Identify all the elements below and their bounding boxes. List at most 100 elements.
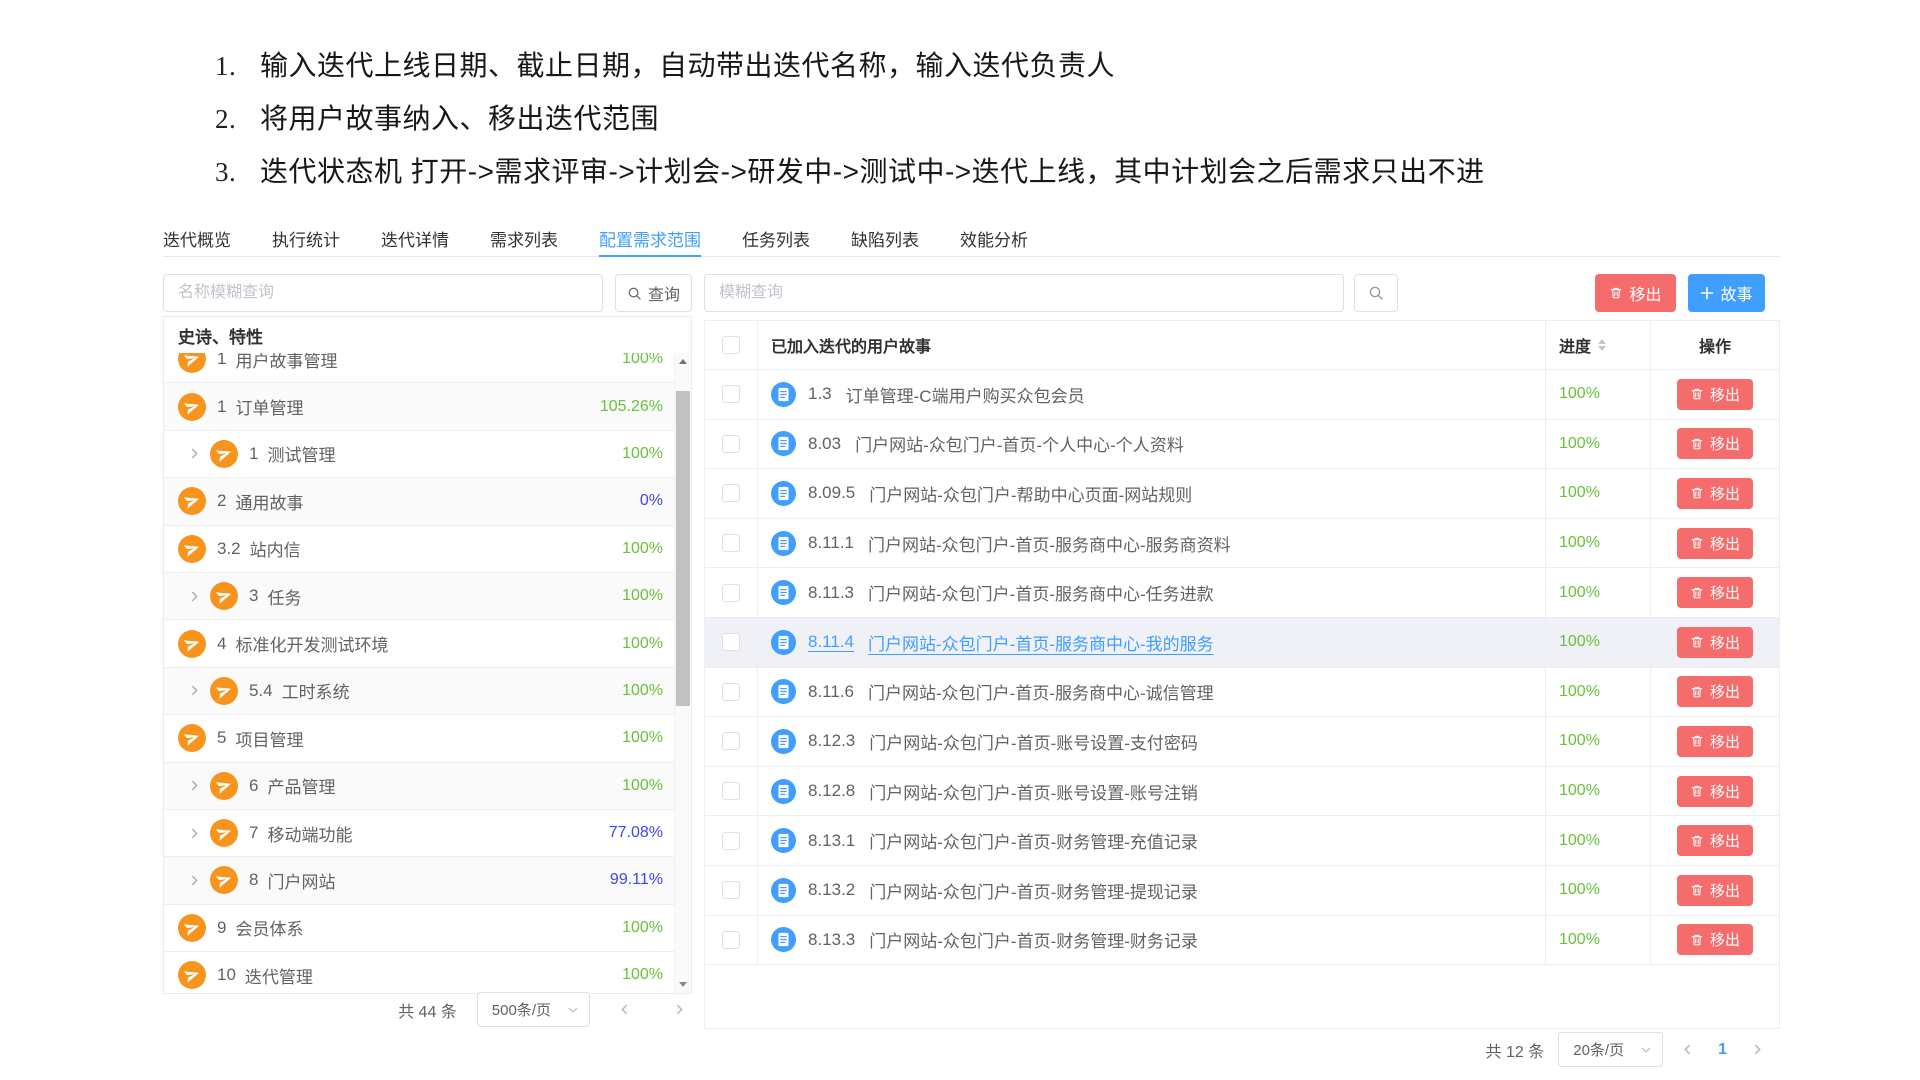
row-checkbox[interactable] [722, 732, 740, 750]
story-title-link[interactable]: 8.13.3门户网站-众包门户-首页-财务管理-财务记录 [808, 927, 1198, 952]
tree-prev-page-button[interactable] [614, 1003, 635, 1016]
expand-toggle[interactable] [188, 827, 201, 840]
remove-story-button[interactable]: 移出 [1677, 627, 1753, 658]
row-checkbox[interactable] [722, 385, 740, 403]
scroll-down-button[interactable] [675, 976, 691, 993]
row-checkbox[interactable] [722, 683, 740, 701]
tab-1[interactable]: 迭代概览 [163, 221, 231, 256]
story-row[interactable]: 8.11.6门户网站-众包门户-首页-服务商中心-诚信管理100%移出 [705, 668, 1779, 718]
row-checkbox[interactable] [722, 832, 740, 850]
story-title: 门户网站-众包门户-首页-服务商中心-服务商资料 [868, 531, 1231, 556]
story-row[interactable]: 8.09.5门户网站-众包门户-帮助中心页面-网站规则100%移出 [705, 469, 1779, 519]
tab-8[interactable]: 效能分析 [960, 221, 1028, 256]
story-next-page-button[interactable] [1747, 1043, 1768, 1056]
story-row[interactable]: 8.12.8门户网站-众包门户-首页-账号设置-账号注销100%移出 [705, 767, 1779, 817]
story-title-link[interactable]: 8.13.2门户网站-众包门户-首页-财务管理-提现记录 [808, 878, 1198, 903]
story-title-link[interactable]: 8.11.1门户网站-众包门户-首页-服务商中心-服务商资料 [808, 531, 1231, 556]
row-checkbox[interactable] [722, 534, 740, 552]
tree-page-size-select[interactable]: 500条/页 [477, 992, 590, 1027]
story-doc-icon [771, 927, 796, 952]
row-checkbox[interactable] [722, 435, 740, 453]
row-checkbox[interactable] [722, 881, 740, 899]
story-row[interactable]: 8.13.1门户网站-众包门户-首页-财务管理-充值记录100%移出 [705, 816, 1779, 866]
story-row[interactable]: 1.3订单管理-C端用户购买众包会员100%移出 [705, 370, 1779, 420]
tree-row-number: 10 [217, 965, 236, 985]
tab-6[interactable]: 任务列表 [742, 221, 810, 256]
add-story-button[interactable]: 故事 [1688, 274, 1765, 312]
tab-2[interactable]: 执行统计 [272, 221, 340, 256]
tree-row[interactable]: 6产品管理100% [164, 763, 675, 810]
story-title-link[interactable]: 8.12.3门户网站-众包门户-首页-账号设置-支付密码 [808, 729, 1198, 754]
tab-7[interactable]: 缺陷列表 [851, 221, 919, 256]
story-prev-page-button[interactable] [1677, 1043, 1698, 1056]
remove-story-button[interactable]: 移出 [1677, 528, 1753, 559]
tab-3[interactable]: 迭代详情 [381, 221, 449, 256]
scrollbar-thumb[interactable] [676, 391, 690, 706]
story-title-link[interactable]: 1.3订单管理-C端用户购买众包会员 [808, 382, 1085, 407]
remove-story-button[interactable]: 移出 [1677, 924, 1753, 955]
story-title-link[interactable]: 8.11.4门户网站-众包门户-首页-服务商中心-我的服务 [808, 630, 1214, 655]
expand-toggle[interactable] [188, 874, 201, 887]
story-title-link[interactable]: 8.11.6门户网站-众包门户-首页-服务商中心-诚信管理 [808, 679, 1214, 704]
remove-story-button[interactable]: 移出 [1677, 379, 1753, 410]
story-title-link[interactable]: 8.11.3门户网站-众包门户-首页-服务商中心-任务进款 [808, 580, 1214, 605]
current-page-number[interactable]: 1 [1712, 1041, 1733, 1059]
remove-selected-button[interactable]: 移出 [1595, 274, 1676, 312]
remove-story-button[interactable]: 移出 [1677, 726, 1753, 757]
tree-row[interactable]: 1订单管理105.26% [164, 383, 675, 430]
story-title-link[interactable]: 8.13.1门户网站-众包门户-首页-财务管理-充值记录 [808, 828, 1198, 853]
row-checkbox[interactable] [722, 584, 740, 602]
tree-row[interactable]: 5.4工时系统100% [164, 668, 675, 715]
story-row[interactable]: 8.11.4门户网站-众包门户-首页-服务商中心-我的服务100%移出 [705, 618, 1779, 668]
tree-next-page-button[interactable] [669, 1003, 690, 1016]
feature-plane-icon [210, 772, 238, 800]
story-title-link[interactable]: 8.09.5门户网站-众包门户-帮助中心页面-网站规则 [808, 481, 1192, 506]
tree-row[interactable]: 9会员体系100% [164, 905, 675, 952]
expand-toggle[interactable] [188, 590, 201, 603]
tree-row[interactable]: 5项目管理100% [164, 715, 675, 762]
story-cell: 8.13.2门户网站-众包门户-首页-财务管理-提现记录 [758, 866, 1546, 915]
story-title-link[interactable]: 8.12.8门户网站-众包门户-首页-账号设置-账号注销 [808, 779, 1198, 804]
scroll-up-button[interactable] [675, 353, 691, 370]
story-row[interactable]: 8.11.3门户网站-众包门户-首页-服务商中心-任务进款100%移出 [705, 568, 1779, 618]
remove-story-button[interactable]: 移出 [1677, 825, 1753, 856]
tree-search-button[interactable]: 查询 [615, 274, 692, 312]
expand-toggle[interactable] [188, 779, 201, 792]
tree-row[interactable]: 10迭代管理100% [164, 952, 675, 993]
row-checkbox[interactable] [722, 931, 740, 949]
story-title-link[interactable]: 8.03门户网站-众包门户-首页-个人中心-个人资料 [808, 431, 1184, 456]
tree-row[interactable]: 7移动端功能77.08% [164, 810, 675, 857]
row-checkbox[interactable] [722, 484, 740, 502]
sort-carets-icon[interactable] [1598, 339, 1606, 351]
story-page-size-select[interactable]: 20条/页 [1558, 1032, 1663, 1067]
remove-story-button[interactable]: 移出 [1677, 478, 1753, 509]
remove-story-button[interactable]: 移出 [1677, 875, 1753, 906]
tree-row[interactable]: 4标准化开发测试环境100% [164, 620, 675, 667]
remove-story-button[interactable]: 移出 [1677, 676, 1753, 707]
remove-story-button[interactable]: 移出 [1677, 776, 1753, 807]
tab-5[interactable]: 配置需求范围 [599, 221, 701, 256]
remove-story-button[interactable]: 移出 [1677, 428, 1753, 459]
story-search-button[interactable] [1354, 274, 1398, 312]
row-checkbox[interactable] [722, 633, 740, 651]
select-all-checkbox[interactable] [722, 336, 740, 354]
story-search-input[interactable] [704, 274, 1344, 312]
story-row[interactable]: 8.03门户网站-众包门户-首页-个人中心-个人资料100%移出 [705, 420, 1779, 470]
tree-search-input[interactable] [163, 274, 603, 312]
tree-row[interactable]: 3.2站内信100% [164, 526, 675, 573]
expand-toggle[interactable] [188, 684, 201, 697]
story-title: 门户网站-众包门户-首页-账号设置-支付密码 [869, 729, 1198, 754]
remove-story-button[interactable]: 移出 [1677, 577, 1753, 608]
story-row[interactable]: 8.11.1门户网站-众包门户-首页-服务商中心-服务商资料100%移出 [705, 519, 1779, 569]
expand-toggle[interactable] [188, 447, 201, 460]
story-row[interactable]: 8.13.2门户网站-众包门户-首页-财务管理-提现记录100%移出 [705, 866, 1779, 916]
story-row[interactable]: 8.13.3门户网站-众包门户-首页-财务管理-财务记录100%移出 [705, 916, 1779, 966]
tab-4[interactable]: 需求列表 [490, 221, 558, 256]
tree-row[interactable]: 1测试管理100% [164, 431, 675, 478]
tree-row[interactable]: 3任务100% [164, 573, 675, 620]
tree-row[interactable]: 1用户故事管理100% [164, 353, 675, 383]
tree-row[interactable]: 8门户网站99.11% [164, 857, 675, 904]
tree-row[interactable]: 2通用故事0% [164, 478, 675, 525]
story-row[interactable]: 8.12.3门户网站-众包门户-首页-账号设置-支付密码100%移出 [705, 717, 1779, 767]
row-checkbox[interactable] [722, 782, 740, 800]
